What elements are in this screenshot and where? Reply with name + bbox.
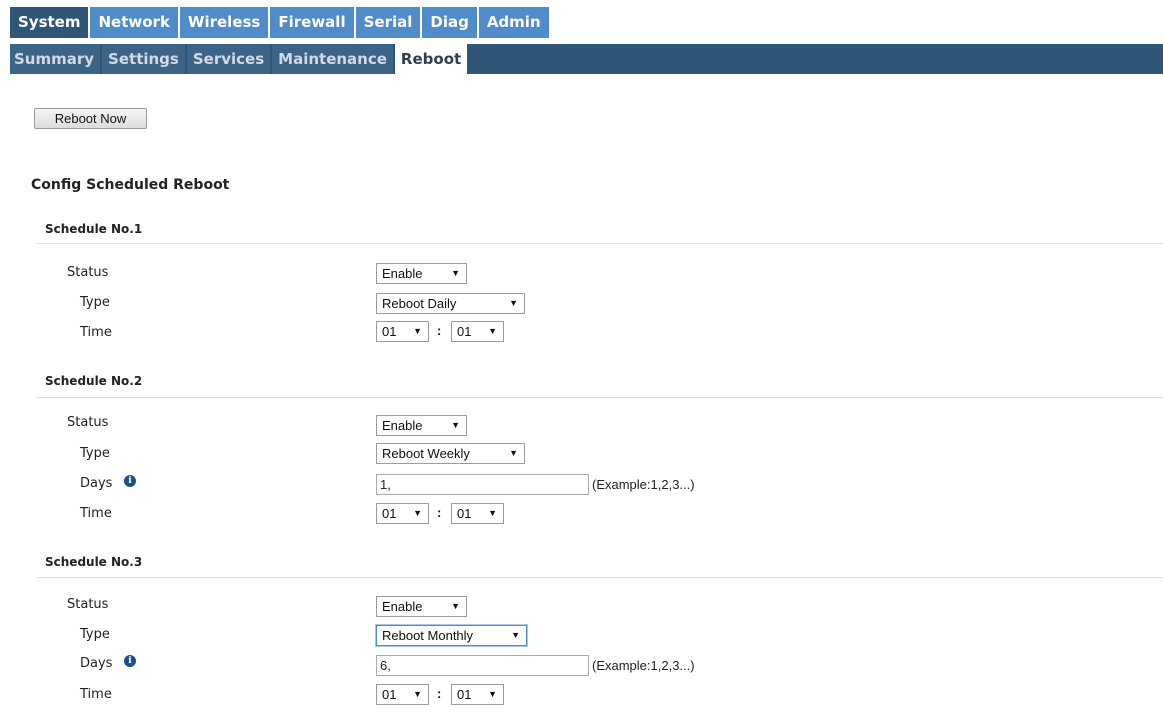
type-label: Type	[80, 627, 110, 642]
chevron-down-icon: ▼	[509, 448, 518, 458]
time-colon: :	[437, 505, 442, 520]
subtab-summary[interactable]: Summary	[10, 44, 101, 74]
schedule-2-status-select[interactable]: Enable ▼	[376, 415, 467, 436]
select-value: 01	[382, 324, 397, 339]
time-label: Time	[80, 325, 112, 340]
chevron-down-icon: ▼	[413, 689, 422, 699]
divider	[36, 397, 1163, 398]
schedule-2-days-input[interactable]: 1,	[376, 474, 589, 495]
schedule-3-hour-select[interactable]: 01 ▼	[376, 684, 429, 705]
chevron-down-icon: ▼	[488, 689, 497, 699]
chevron-down-icon: ▼	[451, 268, 460, 278]
tab-system[interactable]: System	[10, 7, 89, 38]
select-value: Reboot Weekly	[382, 446, 470, 461]
tab-wireless[interactable]: Wireless	[179, 7, 269, 38]
info-icon[interactable]: i	[124, 475, 136, 487]
tab-diag[interactable]: Diag	[422, 7, 477, 38]
status-label: Status	[67, 597, 109, 612]
status-label: Status	[67, 415, 109, 430]
select-value: 01	[457, 324, 472, 339]
time-colon: :	[437, 323, 442, 338]
schedule-1-status-select[interactable]: Enable ▼	[376, 263, 467, 284]
schedule-3-days-input[interactable]: 6,	[376, 655, 589, 676]
chevron-down-icon: ▼	[413, 508, 422, 518]
tab-admin[interactable]: Admin	[478, 7, 549, 38]
subtab-maintenance[interactable]: Maintenance	[272, 44, 393, 74]
days-label: Days	[80, 656, 113, 671]
divider	[36, 243, 1163, 244]
select-value: Reboot Daily	[382, 296, 457, 311]
days-label: Days	[80, 476, 113, 491]
schedule-1-minute-select[interactable]: 01 ▼	[451, 321, 504, 342]
chevron-down-icon: ▼	[511, 630, 520, 640]
schedule-1-hour-select[interactable]: 01 ▼	[376, 321, 429, 342]
schedule-2-title: Schedule No.2	[45, 374, 143, 388]
select-value: 01	[457, 687, 472, 702]
schedule-3-title: Schedule No.3	[45, 555, 143, 569]
info-icon[interactable]: i	[124, 655, 136, 667]
chevron-down-icon: ▼	[451, 420, 460, 430]
schedule-1-title: Schedule No.1	[45, 222, 143, 236]
chevron-down-icon: ▼	[451, 601, 460, 611]
select-value: 01	[382, 506, 397, 521]
days-example: (Example:1,2,3...)	[592, 477, 695, 492]
days-example: (Example:1,2,3...)	[592, 658, 695, 673]
status-label: Status	[67, 265, 109, 280]
chevron-down-icon: ▼	[413, 326, 422, 336]
section-title: Config Scheduled Reboot	[31, 177, 230, 193]
schedule-2-minute-select[interactable]: 01 ▼	[451, 503, 504, 524]
tab-network[interactable]: Network	[90, 7, 178, 38]
chevron-down-icon: ▼	[509, 298, 518, 308]
tab-firewall[interactable]: Firewall	[270, 7, 354, 38]
reboot-now-button[interactable]: Reboot Now	[34, 108, 147, 129]
chevron-down-icon: ▼	[488, 508, 497, 518]
schedule-3-minute-select[interactable]: 01 ▼	[451, 684, 504, 705]
select-value: Enable	[382, 266, 423, 281]
divider	[36, 577, 1163, 578]
chevron-down-icon: ▼	[488, 326, 497, 336]
schedule-2-type-select[interactable]: Reboot Weekly ▼	[376, 443, 525, 464]
schedule-2-hour-select[interactable]: 01 ▼	[376, 503, 429, 524]
subtab-services[interactable]: Services	[186, 44, 271, 74]
select-value: 01	[382, 687, 397, 702]
subtab-settings[interactable]: Settings	[102, 44, 185, 74]
top-nav: System Network Wireless Firewall Serial …	[10, 7, 1163, 38]
type-label: Type	[80, 295, 110, 310]
sub-nav: Summary Settings Services Maintenance Re…	[10, 44, 1163, 74]
time-label: Time	[80, 506, 112, 521]
schedule-3-status-select[interactable]: Enable ▼	[376, 596, 467, 617]
schedule-3-type-select[interactable]: Reboot Monthly ▼	[376, 625, 527, 646]
time-label: Time	[80, 687, 112, 702]
schedule-1-type-select[interactable]: Reboot Daily ▼	[376, 293, 525, 314]
type-label: Type	[80, 446, 110, 461]
tab-serial[interactable]: Serial	[355, 7, 421, 38]
select-value: 01	[457, 506, 472, 521]
select-value: Enable	[382, 599, 423, 614]
select-value: Reboot Monthly	[382, 628, 474, 643]
subtab-reboot[interactable]: Reboot	[394, 44, 468, 74]
time-colon: :	[437, 686, 442, 701]
select-value: Enable	[382, 418, 423, 433]
